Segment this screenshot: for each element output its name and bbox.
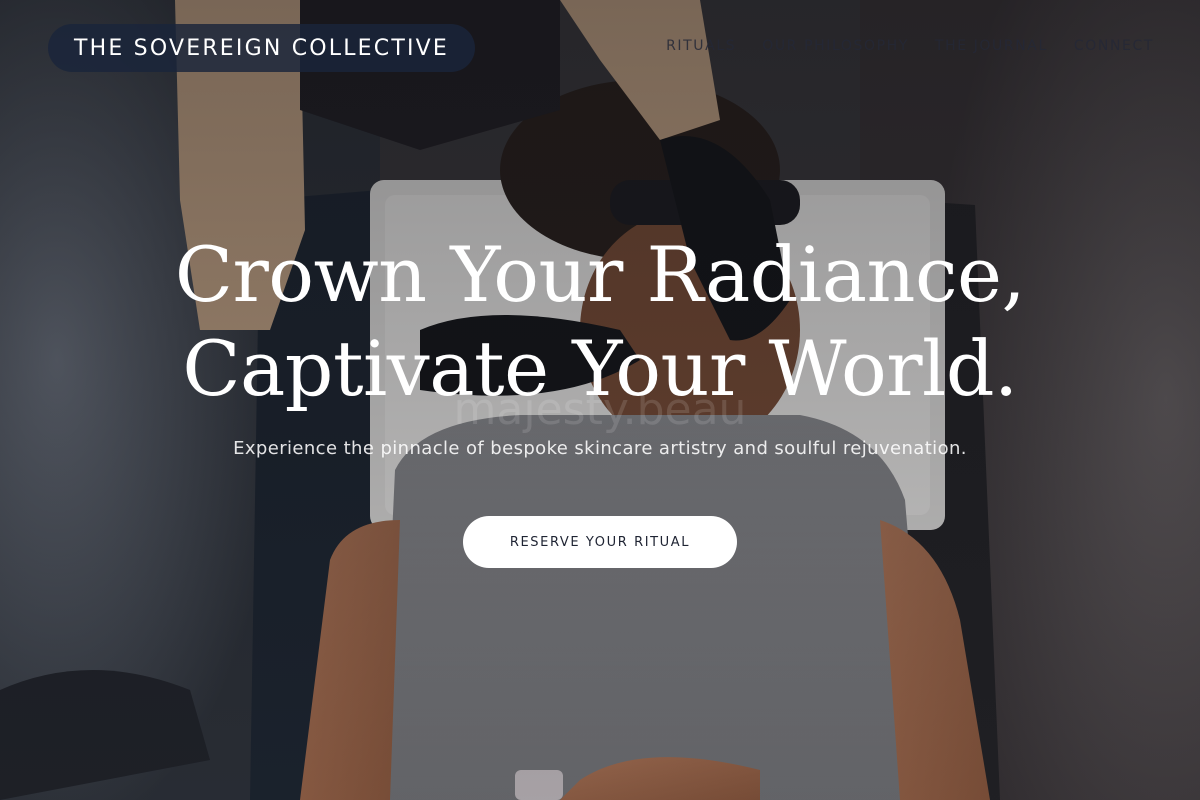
nav-item-journal[interactable]: THE JOURNAL <box>935 38 1048 54</box>
nav-item-philosophy[interactable]: OUR PHILOSOPHY <box>762 38 909 54</box>
hero-headline: Crown Your Radiance, Captivate Your Worl… <box>0 228 1200 416</box>
nav-item-connect[interactable]: CONNECT <box>1074 38 1154 54</box>
hero-subheadline: Experience the pinnacle of bespoke skinc… <box>233 438 967 459</box>
hero-headline-line-2: Captivate Your World. <box>182 324 1018 413</box>
landing-page: THE SOVEREIGN COLLECTIVE RITUALS OUR PHI… <box>0 0 1200 800</box>
nav-item-rituals[interactable]: RITUALS <box>666 38 736 54</box>
brand-name: THE SOVEREIGN COLLECTIVE <box>74 35 450 61</box>
main-nav: RITUALS OUR PHILOSOPHY THE JOURNAL CONNE… <box>666 38 1154 54</box>
hero-headline-line-1: Crown Your Radiance, <box>174 230 1026 319</box>
reserve-ritual-button[interactable]: RESERVE YOUR RITUAL <box>463 516 737 568</box>
hero-content: Crown Your Radiance, Captivate Your Worl… <box>0 228 1200 459</box>
brand-logo-pill[interactable]: THE SOVEREIGN COLLECTIVE <box>48 24 476 72</box>
